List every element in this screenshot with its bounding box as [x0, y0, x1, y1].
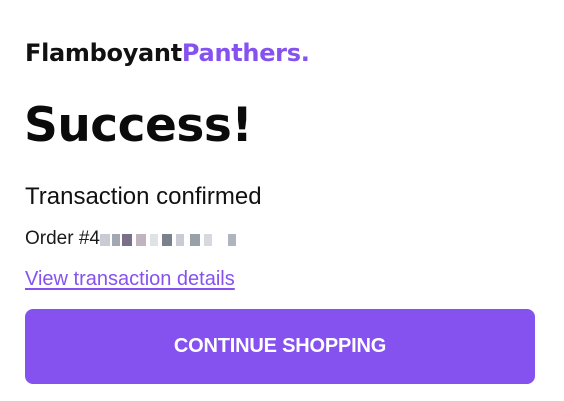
brand-name-primary: Flamboyant [25, 39, 182, 67]
page-title: Success! [24, 98, 253, 153]
transaction-status: Transaction confirmed [25, 183, 262, 210]
order-number: Order #4 [25, 226, 245, 252]
view-transaction-details-link[interactable]: View transaction details [25, 266, 235, 292]
brand-logo: FlamboyantPanthers. [25, 38, 310, 68]
success-page: FlamboyantPanthers. Success! Transaction… [0, 0, 564, 401]
redacted-order-id [99, 229, 245, 249]
continue-shopping-button[interactable]: CONTINUE SHOPPING [25, 309, 535, 384]
brand-name-accent: Panthers. [181, 39, 310, 67]
order-number-label: Order #4 [25, 228, 100, 249]
